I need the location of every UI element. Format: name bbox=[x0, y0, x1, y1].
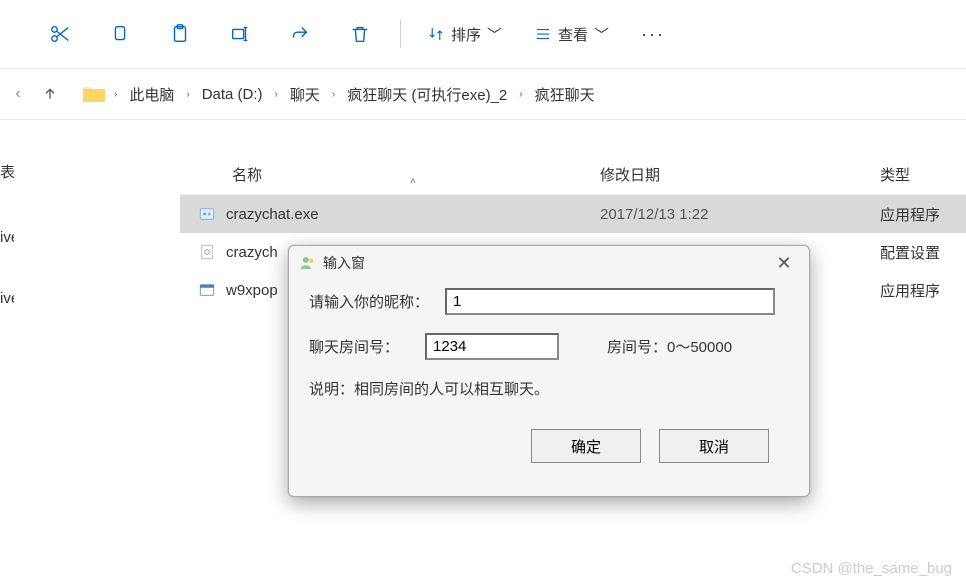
file-date: 2017/12/13 1:22 bbox=[600, 206, 880, 223]
ok-button[interactable]: 确定 bbox=[531, 429, 641, 463]
rename-button[interactable] bbox=[210, 14, 270, 54]
chevron-right-icon: › bbox=[186, 89, 189, 100]
config-icon bbox=[198, 243, 216, 261]
breadcrumb-item[interactable]: 疯狂聊天 (可执行exe)_2 bbox=[347, 84, 507, 105]
cancel-button[interactable]: 取消 bbox=[659, 429, 769, 463]
scissors-icon bbox=[49, 23, 71, 45]
people-icon bbox=[299, 254, 317, 272]
delete-button[interactable] bbox=[330, 14, 390, 54]
sort-label: 排序 bbox=[451, 24, 481, 45]
paste-button[interactable] bbox=[150, 14, 210, 54]
sidebar-item[interactable]: 表 bbox=[0, 155, 14, 190]
back-button[interactable]: ‹ bbox=[2, 78, 34, 110]
share-icon bbox=[289, 23, 311, 45]
sort-dropdown[interactable]: 排序 ﹀ bbox=[411, 24, 518, 45]
chevron-down-icon: ﹀ bbox=[594, 24, 609, 45]
breadcrumb-item[interactable]: Data (D:) bbox=[202, 86, 263, 103]
dialog-titlebar[interactable]: 输入窗 ✕ bbox=[289, 246, 809, 280]
folder-icon bbox=[82, 84, 106, 104]
copy-icon bbox=[109, 23, 131, 45]
sidebar-item[interactable]: ive bbox=[0, 220, 14, 255]
room-label: 聊天房间号： bbox=[309, 336, 425, 357]
file-type: 应用程序 bbox=[880, 204, 966, 225]
watermark: CSDN @the_same_bug bbox=[791, 560, 952, 577]
cut-button[interactable] bbox=[30, 14, 90, 54]
app-icon bbox=[198, 281, 216, 299]
chevron-right-icon: › bbox=[275, 89, 278, 100]
clipboard-icon bbox=[169, 23, 191, 45]
sort-icon bbox=[427, 25, 445, 43]
address-bar: ‹ › 此电脑 › Data (D:) › 聊天 › 疯狂聊天 (可执行exe)… bbox=[0, 68, 966, 120]
chevron-right-icon: › bbox=[519, 89, 522, 100]
dialog-description: 说明：相同房间的人可以相互聊天。 bbox=[309, 378, 549, 399]
nickname-input[interactable] bbox=[445, 288, 775, 315]
sort-indicator-icon: ˄ bbox=[410, 176, 416, 187]
file-name: crazychat.exe bbox=[226, 206, 319, 223]
trash-icon bbox=[349, 23, 371, 45]
list-icon bbox=[534, 25, 552, 43]
header-date[interactable]: 修改日期 bbox=[600, 164, 880, 185]
dialog-title: 输入窗 bbox=[323, 253, 365, 273]
breadcrumb-item[interactable]: 此电脑 bbox=[129, 84, 174, 105]
room-input[interactable] bbox=[425, 333, 559, 360]
header-type[interactable]: 类型 bbox=[880, 164, 966, 185]
file-type: 应用程序 bbox=[880, 280, 966, 301]
header-name[interactable]: 名称˄ bbox=[180, 164, 600, 185]
more-button[interactable]: ··· bbox=[625, 24, 681, 45]
rename-icon bbox=[229, 23, 251, 45]
up-arrow-icon bbox=[42, 86, 58, 102]
file-name: w9xpop bbox=[226, 282, 278, 299]
separator bbox=[400, 20, 401, 48]
sidebar-item[interactable]: ive bbox=[0, 281, 14, 316]
chevron-down-icon: ﹀ bbox=[487, 24, 502, 45]
breadcrumb-item[interactable]: 聊天 bbox=[290, 84, 320, 105]
sidebar: 表 ive ive bbox=[0, 155, 14, 316]
file-type: 配置设置 bbox=[880, 242, 966, 263]
input-dialog: 输入窗 ✕ 请输入你的昵称： 聊天房间号： 房间号：0～50000 说明：相同房… bbox=[288, 245, 810, 497]
chevron-right-icon: › bbox=[114, 89, 117, 100]
file-name: crazych bbox=[226, 244, 278, 261]
breadcrumb-item[interactable]: 疯狂聊天 bbox=[535, 84, 595, 105]
up-button[interactable] bbox=[34, 78, 66, 110]
room-hint: 房间号：0～50000 bbox=[607, 336, 732, 357]
view-dropdown[interactable]: 查看 ﹀ bbox=[518, 24, 625, 45]
file-row[interactable]: crazychat.exe 2017/12/13 1:22 应用程序 bbox=[180, 195, 966, 233]
chevron-right-icon: › bbox=[332, 89, 335, 100]
breadcrumb: › 此电脑 › Data (D:) › 聊天 › 疯狂聊天 (可执行exe)_2… bbox=[114, 84, 595, 105]
toolbar: 排序 ﹀ 查看 ﹀ ··· bbox=[0, 0, 966, 68]
copy-button[interactable] bbox=[90, 14, 150, 54]
exe-icon bbox=[198, 205, 216, 223]
view-label: 查看 bbox=[558, 24, 588, 45]
column-headers: 名称˄ 修改日期 类型 bbox=[180, 155, 966, 195]
close-button[interactable]: ✕ bbox=[769, 253, 799, 274]
nickname-label: 请输入你的昵称： bbox=[309, 291, 445, 312]
share-button[interactable] bbox=[270, 14, 330, 54]
